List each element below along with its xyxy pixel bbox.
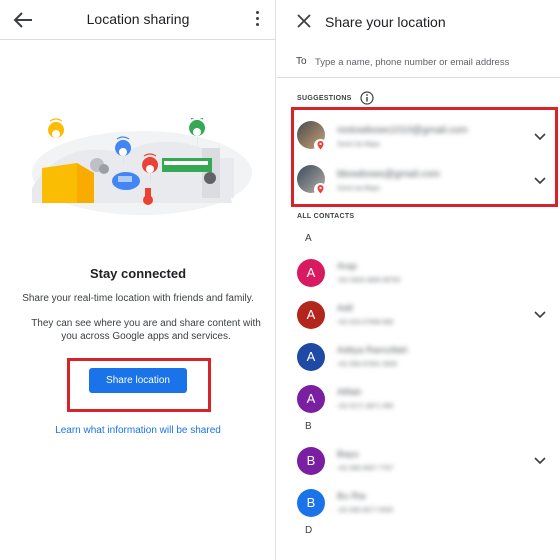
chevron-down-icon[interactable] — [534, 311, 546, 319]
section-letter: A — [305, 233, 312, 244]
contact-avatar: B — [297, 447, 325, 475]
contact-item[interactable]: A Adil +62 818 67698 668 — [277, 295, 560, 339]
contact-item[interactable]: A Afifah +62 8171 8871 999 — [277, 379, 560, 423]
contact-item[interactable]: A Arap +62 0828 4856 98760 — [277, 253, 560, 297]
suggestion-subtitle: Send via Maps — [337, 141, 380, 148]
contact-name: Bayu — [337, 449, 359, 460]
close-icon[interactable] — [297, 14, 311, 28]
contact-name: Adil — [337, 303, 353, 314]
info-icon[interactable] — [360, 91, 374, 105]
contact-phone: +62 856 8577 9090 — [337, 507, 394, 514]
google-maps-icon — [314, 139, 327, 152]
chevron-down-icon[interactable] — [534, 133, 546, 141]
contact-name: Aditya Ramzillah — [337, 345, 408, 356]
app-bar: Share your location — [277, 0, 560, 44]
description-detail-text: They can see where you are and share con… — [31, 318, 261, 342]
location-sharing-panel: Location sharing Stay connected Share yo… — [0, 0, 276, 560]
more-options-icon[interactable] — [252, 11, 262, 29]
google-maps-icon — [314, 183, 327, 196]
recipient-input[interactable] — [315, 52, 555, 72]
contact-avatar: A — [297, 343, 325, 371]
suggestion-item[interactable]: restowbows1010@gmail.com Send via Maps — [277, 113, 560, 161]
page-title: Location sharing — [86, 11, 190, 27]
contact-name: Afifah — [337, 387, 362, 398]
stay-connected-heading: Stay connected — [89, 266, 187, 281]
suggestions-label: SUGGESTIONS — [297, 95, 352, 102]
contact-avatar: B — [297, 489, 325, 517]
contact-item[interactable]: B Bayu +62 856 8567 7767 — [277, 441, 560, 485]
suggestion-subtitle: Send via Maps — [337, 185, 380, 192]
app-bar: Location sharing — [0, 0, 275, 40]
share-your-location-panel: Share your location To SUGGESTIONS resto… — [277, 0, 560, 560]
contact-avatar: A — [297, 385, 325, 413]
contact-name: Arap — [337, 261, 358, 272]
chevron-down-icon[interactable] — [534, 177, 546, 185]
contact-phone: +62 856 8567 7767 — [337, 465, 394, 472]
location-sharing-illustration — [32, 118, 252, 215]
suggestion-email: bbowbows@gmail.com — [337, 169, 440, 180]
contact-avatar: A — [297, 259, 325, 287]
contact-phone: +62 0828 4856 98760 — [337, 277, 401, 284]
section-letter: D — [305, 525, 313, 536]
contact-phone: +62 818 67698 668 — [337, 319, 394, 326]
contact-item[interactable]: B Bu Ria +62 856 8577 9090 — [277, 483, 560, 527]
all-contacts-label: ALL CONTACTS — [297, 213, 355, 220]
contact-phone: +62 858 87691 0808 — [337, 361, 397, 368]
section-letter: B — [305, 421, 312, 432]
contact-item[interactable]: A Aditya Ramzillah +62 858 87691 0808 — [277, 337, 560, 381]
share-location-button[interactable]: Share location — [89, 368, 187, 393]
contact-name: Bu Ria — [337, 491, 366, 502]
contact-phone: +62 8171 8871 999 — [337, 403, 394, 410]
description-text: Share your real-time location with frien… — [22, 293, 254, 304]
learn-more-link[interactable]: Learn what information will be shared — [0, 425, 275, 436]
chevron-down-icon[interactable] — [534, 457, 546, 465]
to-label: To — [296, 56, 307, 67]
recipient-row: To — [277, 48, 560, 78]
page-title: Share your location — [325, 14, 446, 30]
suggestion-item[interactable]: bbowbows@gmail.com Send via Maps — [277, 157, 560, 205]
contact-avatar: A — [297, 301, 325, 329]
suggestion-email: restowbows1010@gmail.com — [337, 125, 468, 136]
